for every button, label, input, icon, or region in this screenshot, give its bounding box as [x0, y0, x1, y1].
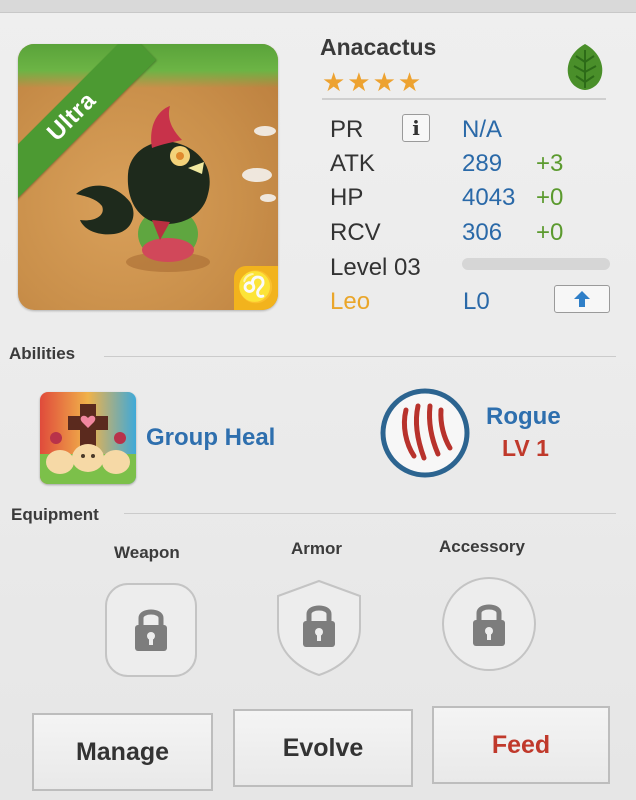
abilities-title: Abilities — [9, 344, 76, 363]
manage-button[interactable]: Manage — [32, 713, 213, 791]
class-name: Rogue — [486, 403, 561, 430]
group-heal-icon[interactable] — [40, 392, 136, 484]
class-level: LV 1 — [502, 435, 549, 461]
feed-button-label: Feed — [491, 731, 551, 759]
ability-name[interactable]: Group Heal — [146, 424, 275, 452]
weapon-slot[interactable] — [104, 582, 198, 678]
zodiac-upgrade-button[interactable] — [554, 285, 610, 313]
rogue-class-icon[interactable] — [380, 388, 470, 478]
accessory-label: Accessory — [439, 537, 526, 556]
arrow-up-icon — [574, 291, 590, 307]
star-rating: ★★★★ — [322, 67, 424, 97]
rcv-bonus: +0 — [536, 219, 564, 246]
monster-portrait: Ultra ♌ — [18, 44, 278, 310]
level-label: Level 03 — [330, 254, 421, 281]
rcv-label: RCV — [330, 219, 381, 246]
zodiac-level: L0 — [463, 288, 490, 315]
feed-button[interactable]: Feed — [432, 706, 610, 784]
weapon-label: Weapon — [114, 543, 180, 562]
rcv-value: 306 — [462, 219, 503, 246]
zodiac-label: Leo — [330, 288, 371, 315]
equipment-title: Equipment — [11, 505, 99, 524]
hp-label: HP — [330, 184, 364, 211]
atk-bonus: +3 — [536, 150, 564, 177]
group-heal-art — [40, 392, 136, 484]
abilities-divider — [104, 356, 616, 357]
evolve-button-label: Evolve — [282, 734, 364, 762]
monster-name: Anacactus — [320, 34, 437, 60]
manage-button-label: Manage — [75, 738, 170, 766]
atk-label: ATK — [330, 150, 375, 177]
armor-label: Armor — [291, 539, 343, 558]
monster-detail-screen: Ultra ♌ Anacactus ★★★★ PR i N/A ATK 289 … — [0, 0, 636, 800]
top-bar-edge — [0, 0, 636, 13]
atk-value: 289 — [462, 150, 503, 177]
name-divider — [322, 98, 606, 100]
accessory-slot[interactable] — [440, 575, 538, 673]
pr-label: PR — [330, 116, 364, 143]
leaf-icon — [567, 44, 603, 90]
armor-slot[interactable] — [274, 578, 364, 678]
hp-value: 4043 — [462, 184, 516, 211]
leo-icon: ♌ — [234, 266, 278, 310]
level-progress-bar — [462, 258, 610, 270]
evolve-button[interactable]: Evolve — [233, 709, 413, 787]
pr-info-button[interactable]: i — [402, 114, 430, 142]
equipment-divider — [124, 513, 616, 514]
hp-bonus: +0 — [536, 184, 564, 211]
pr-value: N/A — [462, 116, 503, 143]
